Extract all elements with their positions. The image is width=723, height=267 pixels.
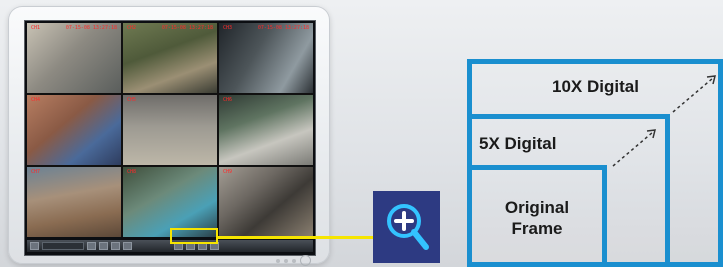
forward-button[interactable] bbox=[123, 242, 132, 250]
camera-channel: CH6 bbox=[223, 97, 233, 103]
camera-view-7[interactable]: CH7 bbox=[27, 167, 121, 237]
label-10x-digital: 10X Digital bbox=[552, 77, 639, 96]
dvr-monitor: CH1 07-15-08 13:27:18 CH2 07-15-08 13:27… bbox=[8, 6, 330, 266]
camera-view-3[interactable]: CH3 07-15-08 13:27:18 bbox=[219, 23, 313, 93]
play-button[interactable] bbox=[99, 242, 108, 250]
connector-line bbox=[218, 236, 374, 239]
camera-timestamp: 07-15-08 13:27:18 bbox=[257, 25, 309, 31]
camera-overlay: CH3 07-15-08 13:27:18 bbox=[223, 25, 309, 31]
arrow-to-10x-icon bbox=[672, 75, 716, 113]
arrow-to-5x-icon bbox=[612, 129, 656, 167]
camera-view-9[interactable]: CH9 bbox=[219, 167, 313, 237]
camera-overlay: CH6 bbox=[223, 97, 309, 103]
camera-view-8[interactable]: CH8 bbox=[123, 167, 217, 237]
timeline-bar[interactable] bbox=[42, 242, 84, 250]
camera-overlay: CH4 bbox=[31, 97, 117, 103]
camera-channel: CH3 bbox=[223, 25, 233, 31]
camera-timestamp: 07-15-08 13:27:18 bbox=[161, 25, 213, 31]
camera-overlay: CH5 bbox=[127, 97, 213, 103]
camera-view-4[interactable]: CH4 bbox=[27, 95, 121, 165]
label-original-line1: Original bbox=[504, 198, 570, 217]
rewind-button[interactable] bbox=[87, 242, 96, 250]
label-original-frame: Original Frame bbox=[472, 197, 602, 239]
camera-channel: CH7 bbox=[31, 169, 41, 175]
label-original-line2: Frame bbox=[511, 219, 563, 238]
camera-grid: CH1 07-15-08 13:27:18 CH2 07-15-08 13:27… bbox=[27, 23, 313, 237]
camera-channel: CH9 bbox=[223, 169, 233, 175]
camera-channel: CH8 bbox=[127, 169, 137, 175]
camera-view-5[interactable]: CH5 bbox=[123, 95, 217, 165]
camera-overlay: CH9 bbox=[223, 169, 309, 175]
zoom-controls-highlight bbox=[170, 228, 218, 244]
monitor-button[interactable] bbox=[276, 258, 280, 263]
label-5x-digital: 5X Digital bbox=[479, 134, 557, 153]
camera-channel: CH4 bbox=[31, 97, 41, 103]
camera-view-6[interactable]: CH6 bbox=[219, 95, 313, 165]
menu-button[interactable] bbox=[30, 242, 39, 250]
camera-channel: CH5 bbox=[127, 97, 137, 103]
zoom-in-icon bbox=[386, 204, 429, 250]
pause-button[interactable] bbox=[111, 242, 120, 250]
camera-channel: CH2 bbox=[127, 25, 137, 31]
monitor-buttons bbox=[276, 255, 311, 266]
camera-overlay: CH2 07-15-08 13:27:18 bbox=[127, 25, 213, 31]
camera-channel: CH1 bbox=[31, 25, 41, 31]
camera-overlay: CH1 07-15-08 13:27:18 bbox=[31, 25, 117, 31]
camera-overlay: CH8 bbox=[127, 169, 213, 175]
monitor-screen: CH1 07-15-08 13:27:18 CH2 07-15-08 13:27… bbox=[24, 20, 316, 256]
camera-timestamp: 07-15-08 13:27:18 bbox=[65, 25, 117, 31]
monitor-button[interactable] bbox=[292, 258, 296, 263]
magnifier-panel bbox=[373, 191, 440, 263]
camera-view-2[interactable]: CH2 07-15-08 13:27:18 bbox=[123, 23, 217, 93]
monitor-button[interactable] bbox=[284, 258, 288, 263]
camera-overlay: CH7 bbox=[31, 169, 117, 175]
camera-view-1[interactable]: CH1 07-15-08 13:27:18 bbox=[27, 23, 121, 93]
power-icon[interactable] bbox=[300, 255, 311, 266]
